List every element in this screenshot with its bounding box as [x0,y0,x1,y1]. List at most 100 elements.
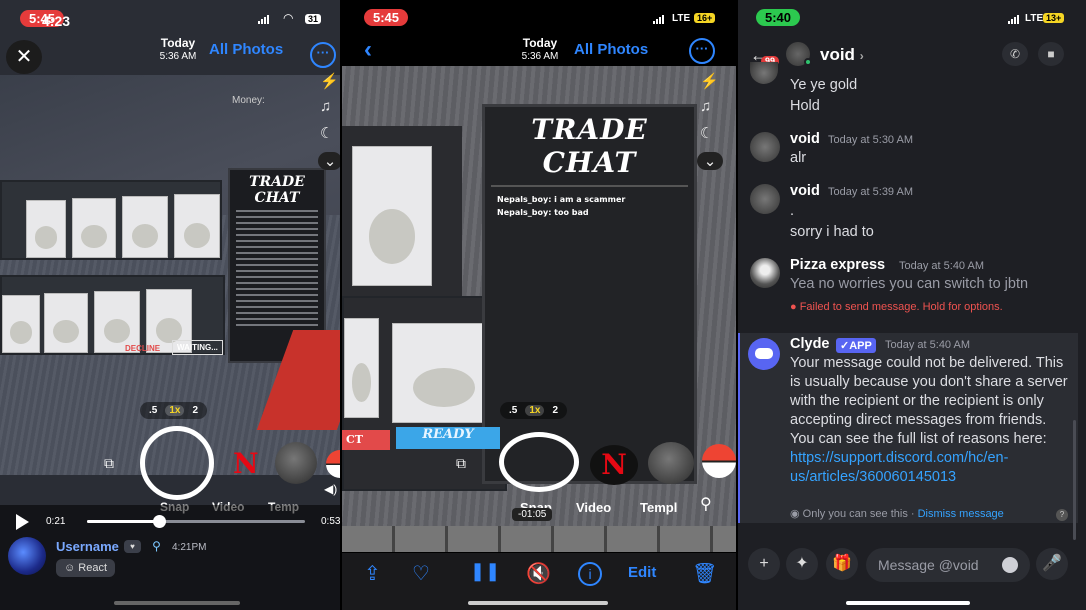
close-button[interactable]: ✕ [6,40,42,74]
more-options-button[interactable]: ··· [310,42,336,68]
video-call-icon[interactable]: ■ [1038,42,1064,66]
zoom-option[interactable]: 2 [552,405,558,416]
zoom-option[interactable]: .5 [509,405,517,416]
chevron-down-icon[interactable]: ⌄ [318,152,340,170]
zoom-option-selected[interactable]: 1x [165,405,185,416]
flash-off-icon[interactable]: ⚡ [320,72,339,90]
edit-button[interactable]: Edit [628,564,656,581]
pokeball-lens-icon[interactable] [702,444,736,478]
chevron-down-icon[interactable]: ⌄ [697,152,723,170]
play-icon[interactable] [16,514,29,530]
netflix-lens-icon[interactable]: N [590,445,638,485]
avatar[interactable] [8,537,46,575]
emoji-icon[interactable] [1002,557,1018,573]
discord-dm-panel: 5:40 LTE 13+ ← 99 void › ✆ ■ Ye ye gold … [738,0,1086,610]
trash-icon[interactable]: 🗑 [692,561,717,586]
message-line: Ye ye gold [790,77,858,93]
app-badge: ✓APP [836,338,876,353]
search-sparkle-icon[interactable]: ⚲ [700,494,712,514]
music-icon[interactable]: ♫ [320,98,331,115]
dismiss-message-link[interactable]: Dismiss message [918,508,1004,520]
message-author[interactable]: Clyde [790,336,830,352]
pause-icon[interactable]: ❚❚ [470,561,500,582]
video-timeline[interactable] [342,526,736,552]
avatar[interactable] [750,132,780,162]
memories-icon[interactable]: ⧉ [104,455,114,472]
capture-button[interactable] [499,432,579,492]
zoom-selector[interactable]: .5 1x 2 [500,402,568,419]
netflix-lens-icon[interactable]: N [233,447,259,480]
signal-icon [653,15,664,24]
status-time: 5:45 [364,9,409,26]
header-subtitle: 5:36 AM [521,51,559,62]
night-mode-icon[interactable]: ☾ [700,124,713,142]
send-error-text: Failed to send message. Hold for options… [799,301,1003,313]
message-time: Today at 5:39 AM [828,186,913,198]
message-author[interactable]: void [790,183,820,199]
header-title: Today [160,36,196,50]
avatar[interactable] [750,62,778,84]
status-time: 5:40 [756,9,801,26]
message-time: Today at 5:40 AM [885,339,970,351]
clyde-avatar[interactable] [748,338,780,370]
more-options-button[interactable]: ··· [689,38,715,64]
gorilla-lens-icon[interactable] [648,442,694,484]
scrollbar[interactable] [1073,420,1076,540]
photos-video-panel: TRADE CHAT Nepals_boy: i am a scammer Ne… [342,0,736,610]
dm-name: void [820,45,855,64]
react-button[interactable]: ☺ React [56,559,116,577]
capture-button[interactable] [140,426,214,500]
message-author[interactable]: Pizza express [790,257,885,273]
mode-templates[interactable]: Templ [640,500,677,515]
home-indicator [846,601,970,605]
home-indicator [114,601,240,605]
trade-slot [352,146,432,286]
gorilla-lens-icon[interactable] [275,442,317,484]
header-title: Today [522,36,558,50]
scrubber-knob[interactable] [152,515,166,528]
zoom-selector[interactable]: .5 1x 2 [140,402,208,419]
support-link[interactable]: https://support.discord.com/hc/en-us/art… [790,450,1008,485]
video-scrubber[interactable] [87,515,305,528]
message-line-failed: Yea no worries you can switch to jbtn [790,276,1029,292]
all-photos-link[interactable]: All Photos [209,41,283,58]
speaker-icon[interactable]: ◀) [324,482,337,496]
send-error[interactable]: ● Failed to send message. Hold for optio… [790,301,1003,313]
status-time-overlay: 4:23 [42,13,71,29]
call-icon[interactable]: ✆ [1002,42,1028,66]
night-mode-icon[interactable]: ☾ [320,124,333,142]
gift-icon[interactable]: 🎁 [826,548,858,580]
message-line: sorry i had to [790,224,874,240]
react-label: React [78,562,108,574]
zoom-option[interactable]: 2 [192,405,198,416]
dm-title[interactable]: void › [820,45,864,65]
music-icon[interactable]: ♫ [700,98,711,115]
timeline-time: -01:05 [512,508,553,521]
message-author[interactable]: void [790,131,820,147]
share-icon[interactable]: ⇪ [364,561,381,586]
info-icon[interactable]: i [578,562,602,586]
battery-indicator: 31 [305,14,322,24]
memories-icon[interactable]: ⧉ [456,455,466,472]
favorite-heart-icon[interactable]: ♡ [412,561,430,586]
trade-slot [26,200,66,258]
help-icon[interactable]: ? [1056,509,1068,521]
heart-badge-icon: ♥ [124,540,141,553]
add-icon[interactable]: + [748,548,780,580]
apps-icon[interactable]: ✦ [786,548,818,580]
error-icon: ● [790,301,800,313]
zoom-option[interactable]: .5 [149,405,157,416]
back-chevron-icon[interactable]: ‹ [364,36,372,64]
avatar[interactable] [750,258,780,288]
microphone-icon[interactable]: 🎤 [1036,548,1068,580]
username[interactable]: Username [56,539,119,554]
all-photos-link[interactable]: All Photos [574,41,648,58]
wifi-icon: ◠ [283,11,294,25]
mode-video[interactable]: Video [576,500,611,515]
clyde-body: Your message could not be delivered. Thi… [790,355,1068,447]
zoom-option-selected[interactable]: 1x [525,405,545,416]
mute-icon[interactable]: 🔇 [526,561,551,586]
avatar[interactable] [750,184,780,214]
flash-off-icon[interactable]: ⚡ [700,72,719,90]
smile-icon: ☺ [64,562,79,574]
